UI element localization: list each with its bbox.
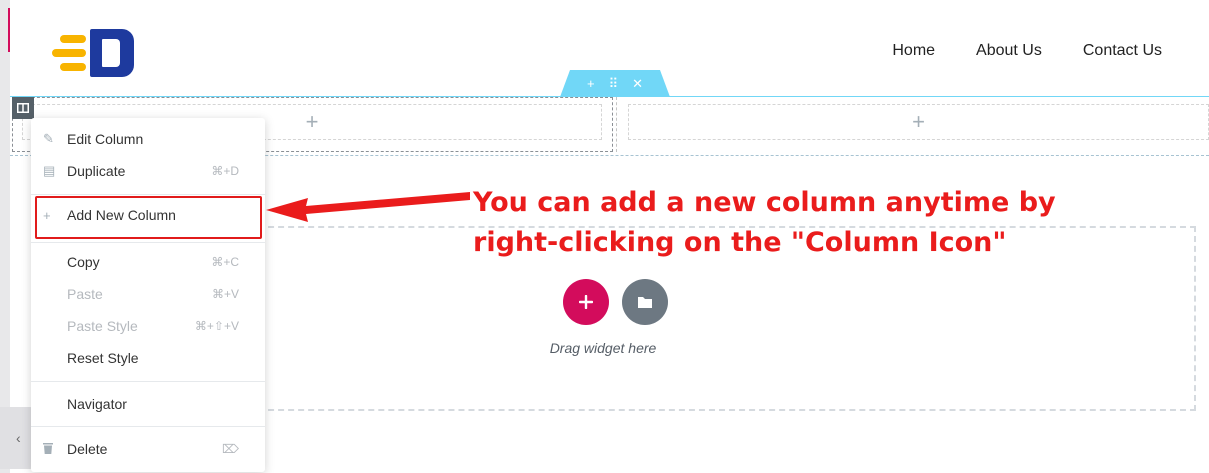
logo-letter-d [90, 29, 134, 77]
logo-stripe [60, 35, 86, 43]
menu-separator [31, 242, 265, 243]
menu-separator [31, 381, 265, 382]
menu-item-label: Delete [67, 441, 108, 457]
add-template-button[interactable] [622, 279, 668, 325]
add-section-button[interactable] [563, 279, 609, 325]
pencil-icon: ✎ [43, 131, 54, 146]
menu-item-shortcut: ⌘+D [211, 164, 239, 178]
menu-item-paste-style: Paste Style ⌘+⇧+V [31, 311, 265, 341]
section-handle[interactable]: + ⠿ ✕ [560, 70, 670, 97]
logo-stripe [60, 63, 86, 71]
nav-contact-us[interactable]: Contact Us [1083, 42, 1162, 60]
duplicate-icon: ▤ [43, 163, 56, 178]
menu-item-label: Paste [67, 286, 103, 302]
plus-icon: + [912, 109, 925, 134]
plus-icon: + [305, 109, 319, 134]
plus-icon [579, 295, 593, 309]
annotation-arrow [266, 192, 470, 222]
menu-item-edit-column[interactable]: ✎ Edit Column [31, 124, 265, 154]
menu-item-label: Edit Column [67, 131, 144, 147]
nav-home[interactable]: Home [892, 42, 935, 60]
menu-item-paste: Paste ⌘+V [31, 279, 265, 309]
editor-accent-bar [8, 8, 10, 52]
menu-item-navigator[interactable]: Navigator [31, 389, 265, 419]
menu-item-shortcut: ⌘+C [211, 255, 239, 269]
menu-item-shortcut: ⌦ [222, 442, 239, 456]
menu-item-label: Duplicate [67, 163, 126, 179]
menu-item-delete[interactable]: Delete ⌦ [31, 434, 265, 464]
drag-widget-hint: Drag widget here [549, 340, 657, 356]
editor-left-strip [0, 0, 10, 473]
plus-icon[interactable]: + [587, 76, 595, 91]
menu-separator [31, 426, 265, 427]
columns-icon [17, 103, 29, 113]
nav-about-us[interactable]: About Us [976, 42, 1042, 60]
menu-item-label: Copy [67, 254, 100, 270]
logo-stripe [52, 49, 86, 57]
close-icon[interactable]: ✕ [632, 76, 643, 92]
menu-item-reset-style[interactable]: Reset Style [31, 343, 265, 373]
drag-handle-icon[interactable]: ⠿ [609, 76, 619, 92]
main-nav: Home About Us Contact Us [892, 42, 1162, 60]
site-logo [50, 27, 140, 79]
menu-item-label: Navigator [67, 396, 127, 412]
annotation-text: You can add a new column anytime by righ… [473, 183, 1123, 263]
menu-separator [31, 194, 265, 195]
folder-icon [638, 297, 652, 308]
menu-item-copy[interactable]: Copy ⌘+C [31, 247, 265, 277]
menu-item-label: Reset Style [67, 350, 139, 366]
menu-item-label: Paste Style [67, 318, 138, 334]
column-icon[interactable] [12, 97, 34, 119]
panel-collapse-toggle[interactable]: ‹ [0, 407, 34, 469]
trash-icon [43, 442, 67, 457]
menu-item-shortcut: ⌘+V [211, 287, 239, 301]
column-context-menu: ✎ Edit Column ▤ Duplicate ⌘+D + Add New … [31, 118, 265, 472]
annotation-line-1: You can add a new column anytime by [473, 187, 1056, 218]
menu-item-shortcut: ⌘+⇧+V [194, 319, 239, 333]
annotation-line-2: right-clicking on the "Column Icon" [473, 227, 1007, 258]
menu-item-duplicate[interactable]: ▤ Duplicate ⌘+D [31, 156, 265, 186]
chevron-left-icon: ‹ [16, 430, 21, 446]
column-2-add-area[interactable]: + [628, 104, 1209, 140]
add-new-column-highlight [35, 196, 262, 239]
